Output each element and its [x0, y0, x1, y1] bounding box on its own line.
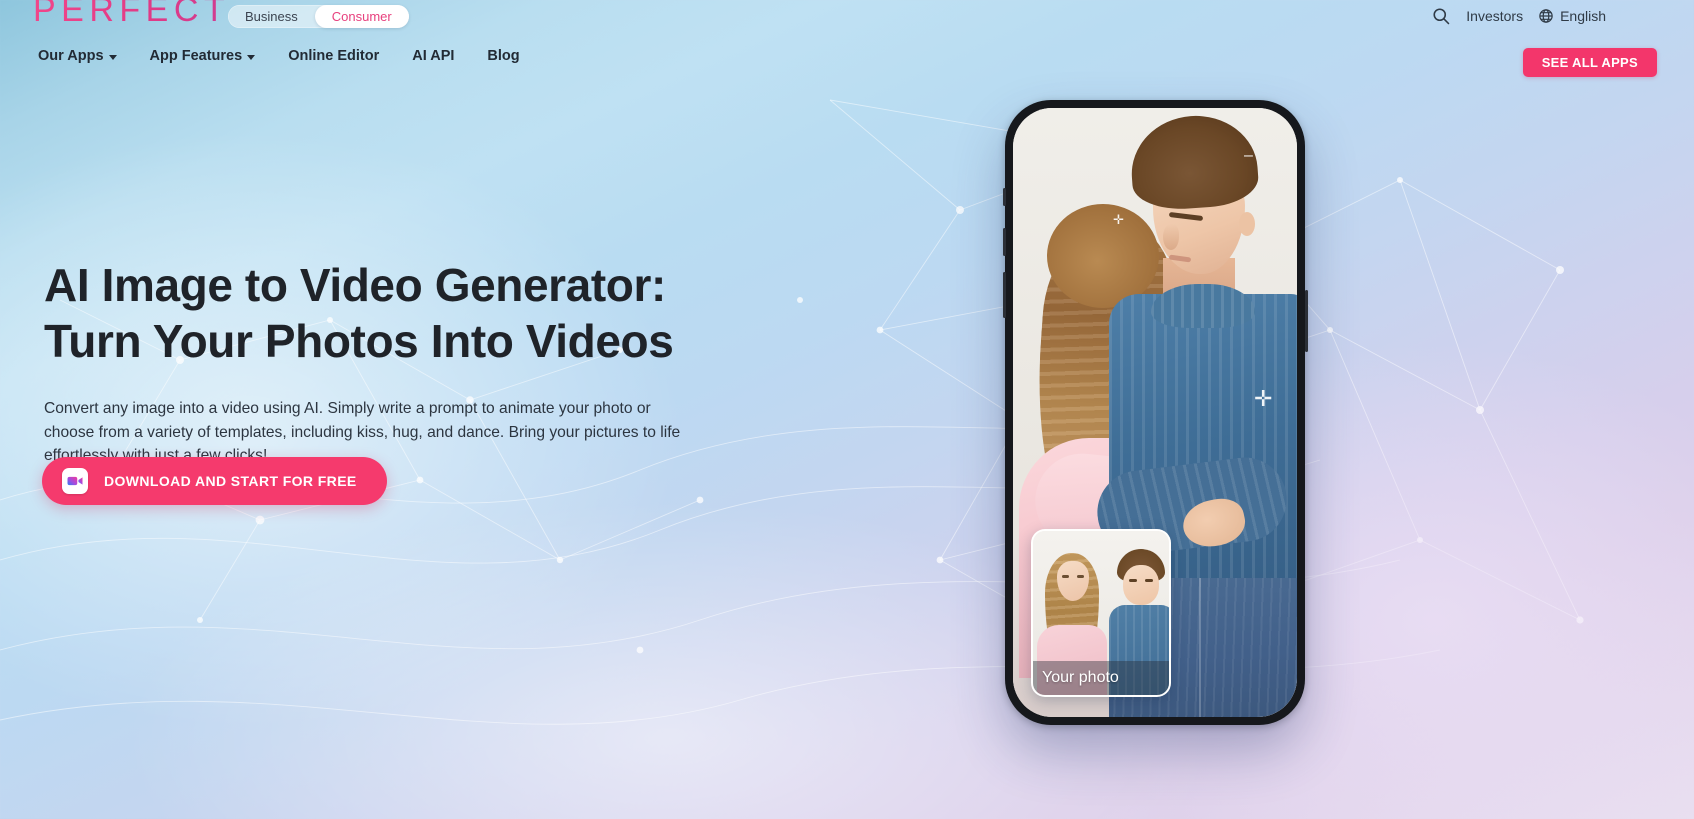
power-button: [1304, 290, 1308, 352]
tracking-marker-2: ✛: [1113, 212, 1124, 227]
site-header: PERFECT Business Consumer Investors Engl…: [0, 0, 1694, 86]
man-hair: [1127, 111, 1261, 213]
download-cta-label: DOWNLOAD AND START FOR FREE: [104, 473, 357, 489]
nav-item-our-apps[interactable]: Our Apps: [38, 48, 117, 64]
tracking-marker-1: –: [1244, 147, 1253, 164]
language-selector[interactable]: English: [1538, 8, 1606, 24]
see-all-apps-button[interactable]: SEE ALL APPS: [1522, 48, 1657, 77]
page-title-line-2: Turn Your Photos Into Videos: [44, 315, 674, 367]
main-navigation: Our Apps App Features Online Editor AI A…: [38, 48, 520, 64]
tracking-marker-3: ✛: [1254, 386, 1273, 411]
video-camera-icon: [67, 476, 83, 486]
man-jeans-seam: [1199, 578, 1201, 717]
investors-link[interactable]: Investors: [1466, 8, 1523, 24]
man-nose: [1163, 224, 1179, 250]
source-photo-card[interactable]: Your photo: [1031, 529, 1171, 697]
phone-screen[interactable]: – ✛ ✛ Your photo: [1013, 108, 1297, 717]
brand-logo[interactable]: PERFECT: [33, 0, 230, 30]
toggle-option-business[interactable]: Business: [228, 5, 315, 28]
language-label: English: [1560, 8, 1606, 24]
chevron-down-icon: [108, 54, 117, 60]
header-utility-group: Investors English: [1431, 6, 1606, 26]
man-ear: [1239, 212, 1255, 236]
video-app-icon: [62, 468, 88, 494]
nav-item-ai-api[interactable]: AI API: [412, 48, 454, 64]
silent-switch: [1002, 188, 1006, 206]
smartphone-frame: – ✛ ✛ Your photo: [1002, 100, 1308, 725]
man-collar: [1151, 284, 1255, 328]
page-title: AI Image to Video Generator: Turn Your P…: [44, 262, 744, 364]
nav-item-online-editor[interactable]: Online Editor: [288, 48, 379, 64]
page-title-line-1: AI Image to Video Generator:: [44, 259, 666, 311]
nav-item-app-features[interactable]: App Features: [150, 48, 256, 64]
hero-section: AI Image to Video Generator: Turn Your P…: [44, 262, 744, 468]
source-man-face: [1123, 565, 1159, 605]
globe-icon: [1539, 9, 1553, 23]
source-photo-caption-label: Your photo: [1042, 669, 1119, 686]
download-cta-button[interactable]: DOWNLOAD AND START FOR FREE: [42, 457, 387, 505]
source-photo-caption: Your photo: [1033, 661, 1169, 695]
search-icon[interactable]: [1431, 6, 1451, 26]
source-woman-eyes: [1062, 575, 1084, 578]
source-man-eyes: [1129, 579, 1153, 582]
woman-head: [1047, 204, 1159, 308]
nav-label-our-apps: Our Apps: [38, 48, 104, 64]
toggle-option-consumer[interactable]: Consumer: [314, 5, 409, 28]
chevron-down-icon: [247, 54, 256, 60]
phone-mockup: – ✛ ✛ Your photo: [1002, 100, 1308, 725]
audience-toggle[interactable]: Business Consumer: [228, 5, 409, 28]
nav-label-app-features: App Features: [149, 48, 243, 64]
nav-item-blog[interactable]: Blog: [487, 48, 519, 64]
